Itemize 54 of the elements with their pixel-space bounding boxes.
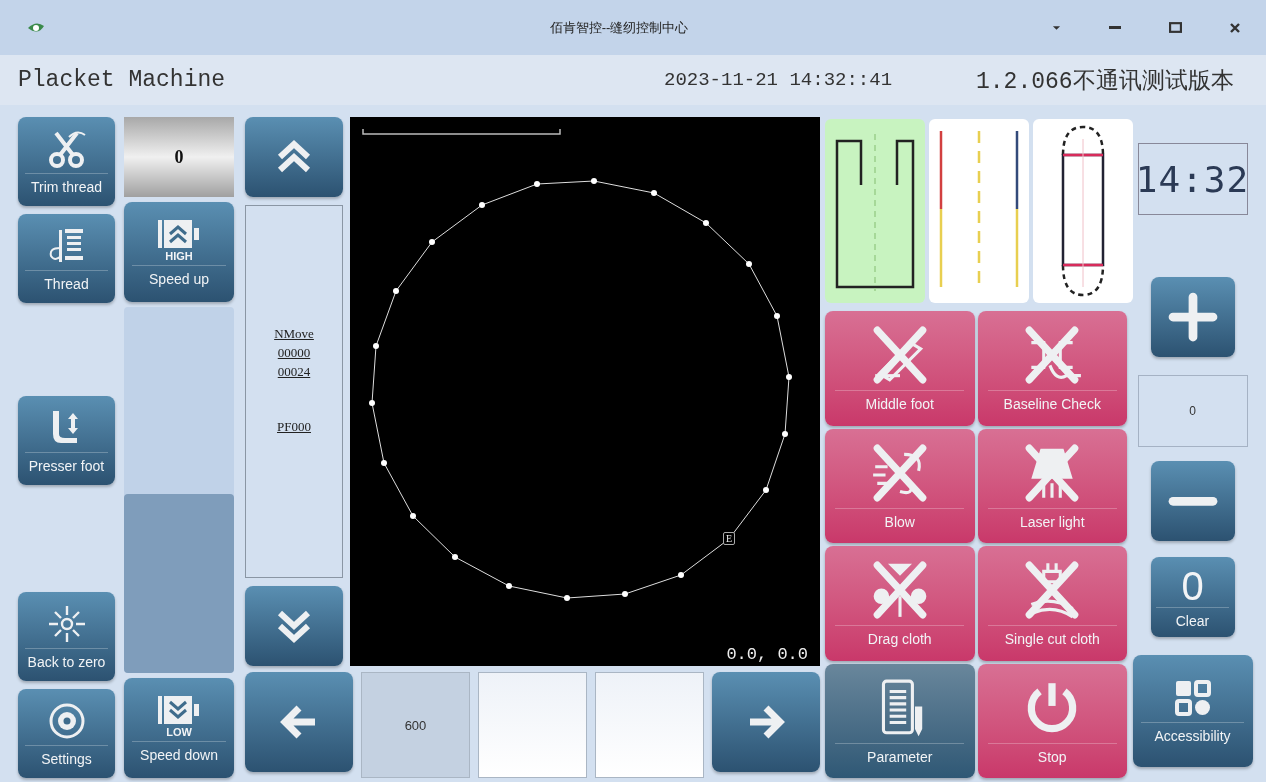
page-down-button[interactable] <box>245 586 343 666</box>
speed-up-button[interactable]: HIGH Speed up <box>124 202 234 302</box>
info-text: 00024 <box>277 363 311 381</box>
motor-down-icon <box>156 693 202 726</box>
empty-field[interactable] <box>478 672 587 778</box>
grid-shapes-icon <box>1172 678 1213 718</box>
info-text: 00000 <box>277 344 311 362</box>
speed-high-label: HIGH <box>165 249 193 262</box>
scissors-icon <box>46 128 87 169</box>
motor-up-icon <box>156 217 202 250</box>
end-marker: E <box>723 532 736 545</box>
value-field[interactable]: 600 <box>361 672 470 778</box>
plus-icon <box>1167 292 1218 342</box>
function-button[interactable]: Laser light <box>977 428 1127 543</box>
page-up-button[interactable] <box>245 117 343 197</box>
increase-button[interactable] <box>1150 277 1235 357</box>
tool-button[interactable]: Trim thread <box>18 117 115 206</box>
speed-down-button[interactable]: LOW Speed down <box>124 678 234 778</box>
tool-button[interactable]: Presser foot <box>18 396 115 485</box>
function-button[interactable]: Single cut cloth <box>977 546 1127 661</box>
clock-display: 14:32 <box>1137 143 1248 215</box>
crosshair-icon <box>46 603 87 644</box>
info-text: PF000 <box>277 418 311 436</box>
function-button[interactable]: Stop <box>977 663 1127 778</box>
machine-name: Placket Machine <box>18 67 227 93</box>
next-button[interactable] <box>712 672 820 772</box>
date-time: 2023-11-21 14:32::41 <box>664 69 894 91</box>
previous-button[interactable] <box>245 672 353 772</box>
info-text: NMove <box>274 325 314 343</box>
function-button[interactable]: Blow <box>825 428 975 543</box>
clear-button[interactable]: 0 Clear <box>1150 557 1235 637</box>
maximize-icon[interactable] <box>1169 22 1182 33</box>
zero-digit: 0 <box>1181 565 1204 607</box>
version-label: 1.2.066不通讯测试版本 <box>976 67 1234 96</box>
window-title: 佰肯智控--缝纫控制中心 <box>548 18 690 37</box>
accessibility-button[interactable]: Accessibility <box>1132 655 1253 767</box>
pattern-option[interactable] <box>1033 119 1133 303</box>
speed-low-label: LOW <box>166 725 192 738</box>
close-icon[interactable] <box>1230 22 1240 33</box>
tool-button[interactable]: Back to zero <box>18 592 115 681</box>
pattern-option[interactable] <box>825 119 925 303</box>
tool-button[interactable]: Settings <box>18 689 115 778</box>
function-button[interactable]: Baseline Check <box>977 311 1127 426</box>
function-button[interactable]: Parameter <box>825 663 975 778</box>
value-field[interactable]: 0 <box>1137 375 1248 447</box>
empty-field[interactable] <box>595 672 704 778</box>
counter-display: 0 <box>124 117 234 197</box>
dropdown-icon[interactable] <box>1052 24 1061 31</box>
decrease-button[interactable] <box>1150 461 1235 541</box>
tool-button[interactable]: Thread <box>18 214 115 303</box>
function-button[interactable]: Middle foot <box>825 311 975 426</box>
function-button[interactable]: Drag cloth <box>825 546 975 661</box>
minus-icon <box>1167 494 1218 508</box>
coordinates-readout: 0.0, 0.0 <box>726 645 808 664</box>
